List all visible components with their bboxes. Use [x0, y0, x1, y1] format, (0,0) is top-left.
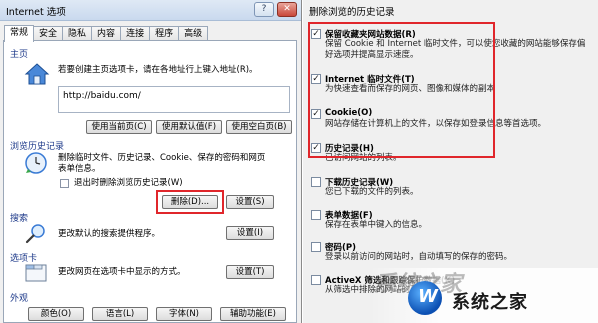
- search-settings-button[interactable]: 设置(I): [226, 226, 274, 240]
- close-button[interactable]: ✕: [277, 2, 297, 17]
- dialog-title: Internet 选项: [6, 7, 66, 18]
- home-icon: [24, 62, 50, 89]
- history-settings-button[interactable]: 设置(S): [226, 195, 274, 209]
- history-description-line2: 表单信息。: [58, 164, 101, 174]
- general-panel: 主页 若要创建主页选项卡，请在各地址行上键入地址(R)。 http://baid…: [3, 40, 297, 323]
- search-description: 更改默认的搜索提供程序。: [58, 229, 161, 239]
- accessibility-button[interactable]: 辅助功能(E): [220, 307, 286, 321]
- tab-privacy[interactable]: 隐私: [62, 26, 93, 41]
- home-heading: 主页: [10, 50, 29, 60]
- form-data-checkbox[interactable]: [311, 210, 321, 220]
- tab-security[interactable]: 安全: [33, 26, 64, 41]
- passwords-desc: 登录以前访问的网站时，自动填写的保存的密码。: [325, 252, 513, 262]
- item-form-data: 表单数据(F) 保存在表单中键入的信息。: [311, 209, 591, 239]
- languages-button[interactable]: 语言(L): [92, 307, 148, 321]
- appearance-heading: 外观: [10, 294, 29, 304]
- history-description-line1: 删除临时文件、历史记录、Cookie、保存的密码和网页: [58, 153, 266, 163]
- activex-filtering-checkbox[interactable]: [311, 275, 321, 285]
- watermark-logo-icon: W: [408, 281, 442, 315]
- tab-content[interactable]: 内容: [91, 26, 122, 41]
- download-history-checkbox[interactable]: [311, 177, 321, 187]
- colors-button[interactable]: 颜色(O): [28, 307, 84, 321]
- tab-advanced[interactable]: 高级: [178, 26, 209, 41]
- home-description: 若要创建主页选项卡，请在各地址行上键入地址(R)。: [58, 65, 258, 75]
- watermark-text: 系统之家: [452, 292, 528, 313]
- title-bar: Internet 选项 ? ✕: [0, 0, 301, 21]
- highlight-delete-button: [156, 190, 224, 214]
- tab-strip: 常规 安全 隐私 内容 连接 程序 高级: [4, 25, 209, 42]
- tab-connections[interactable]: 连接: [120, 26, 151, 41]
- tab-general[interactable]: 常规: [4, 25, 35, 42]
- help-button[interactable]: ?: [254, 2, 274, 17]
- home-url-input[interactable]: http://baidu.com/: [58, 86, 290, 113]
- use-current-button[interactable]: 使用当前页(C): [86, 120, 152, 134]
- site-watermark: 系统之家 W 系统之家: [370, 268, 598, 323]
- tabs-settings-button[interactable]: 设置(T): [226, 265, 274, 279]
- search-magnifier-icon: [24, 221, 48, 248]
- use-default-button[interactable]: 使用默认值(F): [156, 120, 222, 134]
- delete-on-exit-checkbox[interactable]: [60, 179, 69, 188]
- delete-on-exit-label: 退出时删除浏览历史记录(W): [74, 178, 183, 188]
- home-url-value: http://baidu.com/: [63, 91, 141, 101]
- tabs-window-icon: [24, 261, 48, 286]
- passwords-checkbox[interactable]: [311, 242, 321, 252]
- form-data-desc: 保存在表单中键入的信息。: [325, 220, 428, 230]
- item-download-history: 下载历史记录(W) 您已下载的文件的列表。: [311, 176, 591, 206]
- history-clock-icon: [24, 151, 48, 178]
- use-blank-button[interactable]: 使用空白页(B): [226, 120, 292, 134]
- internet-options-dialog: Internet 选项 ? ✕ 常规 安全 隐私 内容 连接 程序 高级 主页 …: [0, 0, 302, 323]
- delete-dialog-title: 删除浏览的历史记录: [309, 7, 395, 18]
- tabs-description: 更改网页在选项卡中显示的方式。: [58, 267, 186, 277]
- tab-programs[interactable]: 程序: [149, 26, 180, 41]
- fonts-button[interactable]: 字体(N): [156, 307, 212, 321]
- download-history-desc: 您已下载的文件的列表。: [325, 187, 419, 197]
- highlight-checked-items: [308, 22, 495, 158]
